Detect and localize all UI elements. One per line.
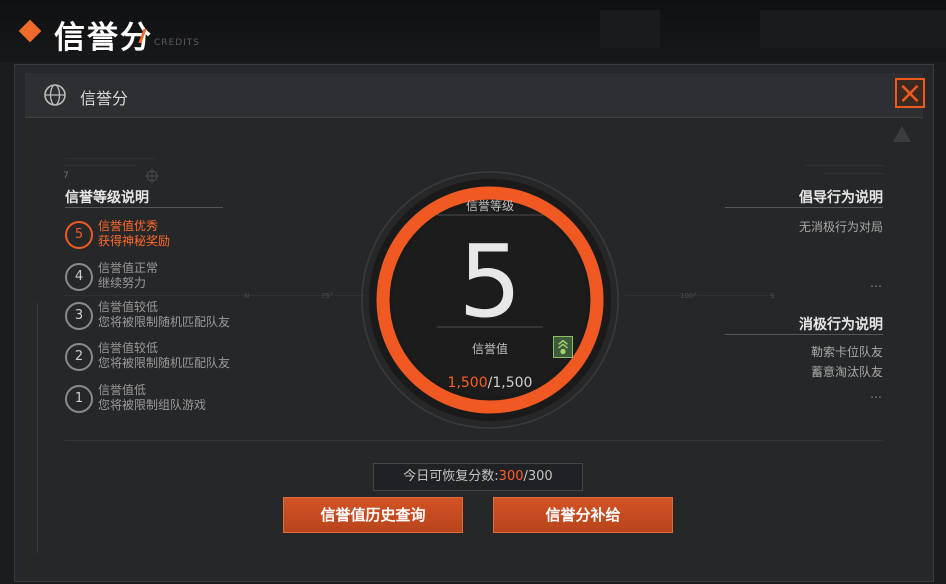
negative-item: 蓄意淘汰队友 bbox=[810, 365, 883, 379]
level-description: 继续努力 bbox=[98, 276, 147, 290]
panel-title: 信誉分 bbox=[80, 89, 129, 108]
level-description: 您将被限制随机匹配队友 bbox=[98, 315, 231, 329]
deco-line bbox=[65, 165, 135, 166]
negative-title: 消极行为说明 bbox=[799, 317, 883, 333]
top-decoration bbox=[760, 10, 946, 48]
diamond-icon bbox=[18, 19, 42, 43]
level-item-3: 3 信誉值较低 您将被限制随机匹配队友 bbox=[65, 298, 285, 336]
deco-line bbox=[625, 295, 775, 296]
level-description: 您将被限制随机匹配队友 bbox=[98, 356, 231, 370]
positive-item: 无消极行为对局 bbox=[798, 220, 883, 234]
level-label: 信誉等级 bbox=[465, 199, 514, 213]
level-description: 您将被限制组队游戏 bbox=[98, 398, 207, 412]
tick-label: S bbox=[770, 292, 775, 300]
credits-subtitle: CREDITS bbox=[154, 38, 201, 48]
tick-label: 100° bbox=[680, 292, 697, 300]
credit-panel: 信誉分 × 7 N 75° 100° S 信誉等级说明 5 信誉值优秀 获得神秘… bbox=[14, 64, 934, 582]
deco-line bbox=[825, 173, 885, 174]
negative-more[interactable]: … bbox=[870, 387, 883, 401]
tick-label: 75° bbox=[321, 292, 334, 300]
divider bbox=[65, 440, 883, 441]
section-divider bbox=[725, 334, 883, 335]
level-number: 2 bbox=[65, 343, 93, 371]
score-current: 1,500 bbox=[447, 375, 488, 391]
panel-body: 信誉分 × 7 N 75° 100° S 信誉等级说明 5 信誉值优秀 获得神秘… bbox=[25, 73, 925, 573]
positive-title: 倡导行为说明 bbox=[799, 190, 883, 206]
level-number: 3 bbox=[65, 302, 93, 330]
close-button[interactable]: × bbox=[895, 76, 925, 111]
daily-current: 300 bbox=[498, 469, 524, 484]
score-value: 1,500/1,500 bbox=[355, 375, 625, 391]
level-description: 获得神秘奖励 bbox=[98, 234, 171, 248]
top-bar: 信誉分 CREDITS bbox=[0, 0, 946, 62]
level-number: 1 bbox=[65, 385, 93, 413]
score-max: /1,500 bbox=[487, 375, 533, 391]
level-item-1: 1 信誉值低 您将被限制组队游戏 bbox=[65, 381, 285, 419]
top-decoration bbox=[600, 10, 660, 48]
credit-gauge: 信誉等级 5 信誉值 1,500/1,500 bbox=[355, 165, 625, 435]
score-label: 信誉值 bbox=[471, 342, 508, 356]
positive-more[interactable]: … bbox=[870, 276, 883, 290]
negative-item: 勒索卡位队友 bbox=[810, 345, 883, 359]
deco-line bbox=[805, 165, 885, 166]
page-title: 信誉分 bbox=[54, 20, 153, 56]
daily-recovery: 今日可恢复分数:300/300 bbox=[373, 463, 583, 491]
crosshair-icon bbox=[145, 169, 159, 183]
level-number: 4 bbox=[65, 263, 93, 291]
deco-line bbox=[65, 158, 155, 159]
levels-title: 信誉等级说明 bbox=[65, 190, 149, 206]
rank-badge-icon bbox=[553, 336, 573, 358]
panel-header: 信誉分 × bbox=[25, 73, 925, 118]
history-button[interactable]: 信誉值历史查询 bbox=[283, 497, 463, 533]
supply-button[interactable]: 信誉分补给 bbox=[493, 497, 673, 533]
deco-number: 7 bbox=[63, 171, 69, 181]
section-divider bbox=[725, 207, 883, 208]
globe-icon bbox=[44, 84, 66, 106]
left-rail bbox=[37, 303, 38, 553]
level-item-4: 4 信誉值正常 继续努力 bbox=[65, 259, 285, 297]
credit-level: 5 bbox=[458, 223, 522, 340]
close-icon: × bbox=[897, 76, 923, 111]
daily-max: /300 bbox=[523, 469, 553, 484]
level-item-5: 5 信誉值优秀 获得神秘奖励 bbox=[65, 217, 285, 255]
level-item-2: 2 信誉值较低 您将被限制随机匹配队友 bbox=[65, 339, 285, 377]
warning-icon bbox=[893, 126, 911, 142]
section-divider bbox=[65, 207, 223, 208]
level-number: 5 bbox=[65, 221, 93, 249]
daily-label: 今日可恢复分数: bbox=[403, 469, 499, 484]
